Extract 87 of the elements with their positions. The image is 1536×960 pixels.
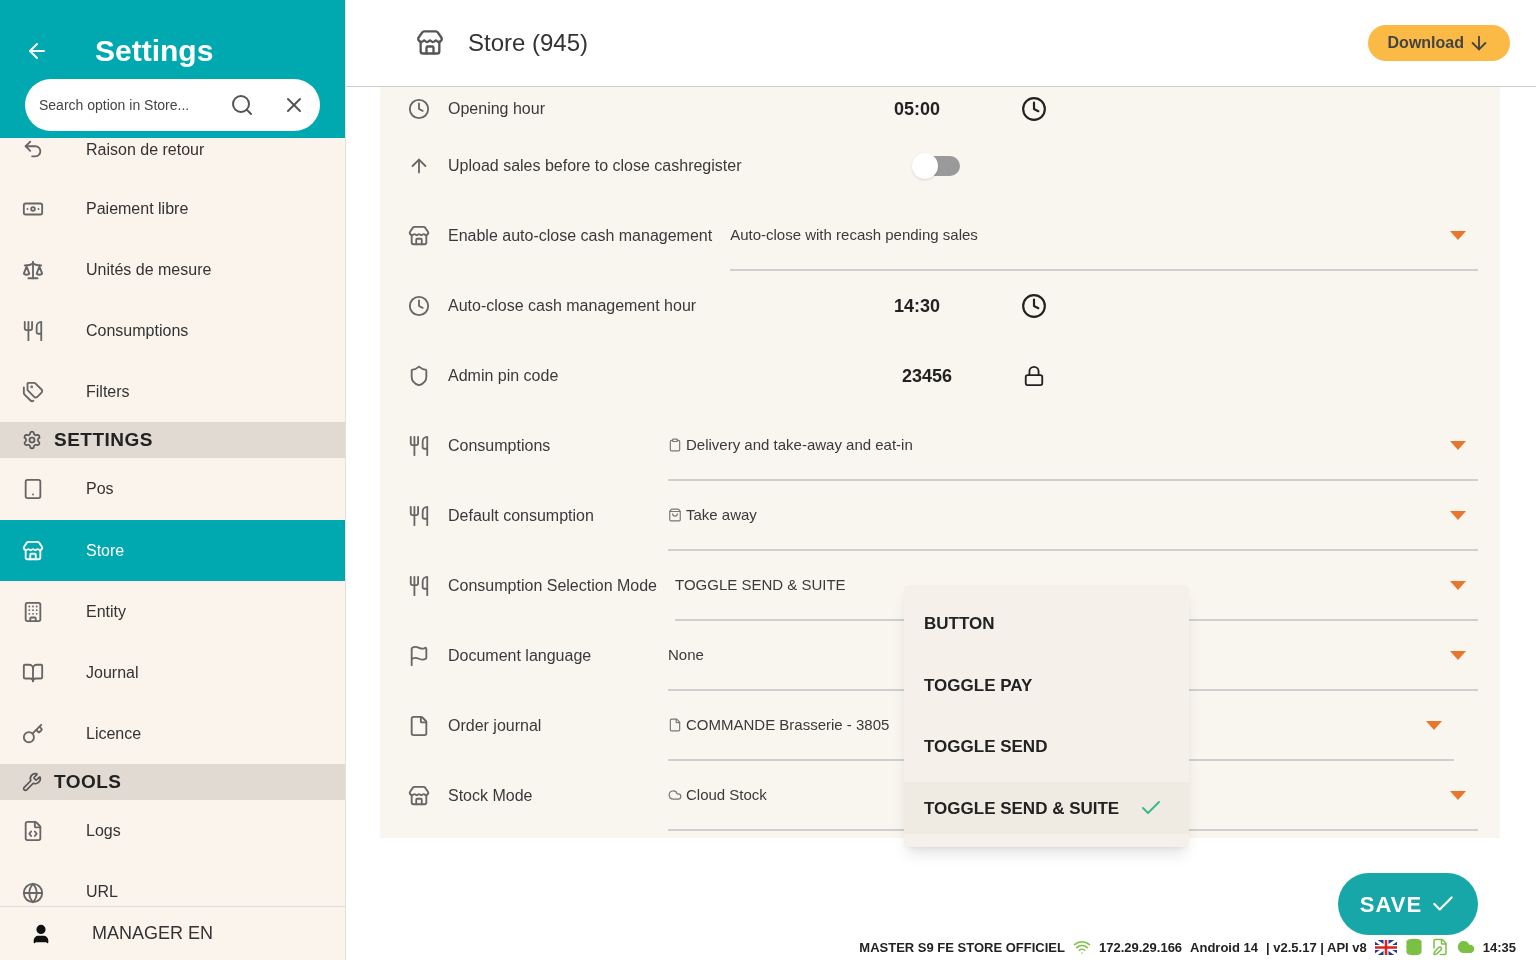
sidebar-item[interactable]: Journal [0, 642, 345, 703]
caret-icon [1450, 790, 1466, 800]
utensils-icon [408, 435, 430, 457]
sidebar-title: Settings [95, 33, 214, 69]
shield-icon [408, 365, 430, 387]
caret-icon [1426, 720, 1442, 730]
setting-label: Document language [448, 647, 592, 664]
setting-label: Enable auto-close cash management [448, 227, 713, 244]
section-header: TOOLS [0, 764, 345, 800]
lock-icon [1023, 365, 1045, 387]
key-icon [22, 722, 44, 745]
setting-label: Auto-close cash management hour [448, 297, 697, 314]
building-icon [22, 600, 44, 623]
database-icon [1404, 938, 1423, 957]
dropdown-option[interactable]: TOGGLE SEND [904, 720, 1189, 773]
flag-icon [1374, 939, 1397, 955]
file-icon [668, 718, 682, 732]
sidebar-item[interactable]: Consumptions [0, 300, 345, 361]
wifi-icon [1072, 938, 1091, 957]
scale-icon [22, 258, 44, 281]
setting-label: Stock Mode [448, 787, 533, 804]
sidebar-item[interactable]: Unités de mesure [0, 239, 345, 300]
tags-icon [22, 380, 44, 403]
user-name: MANAGER EN [92, 922, 214, 945]
page-title: Store (945) [468, 28, 589, 58]
clock-icon [1021, 293, 1047, 319]
pin-value: 23456 [902, 364, 954, 388]
utensils-icon [408, 505, 430, 527]
return-icon [22, 138, 44, 160]
file-edit-icon [1430, 938, 1449, 957]
device-name: MASTER S9 FE STORE OFFICIEL [859, 938, 1065, 957]
sidebar-item[interactable]: Raison de retour [0, 138, 345, 178]
book-icon [22, 661, 44, 684]
store-icon [22, 539, 44, 562]
file-code-icon [22, 819, 44, 842]
setting-label: Opening hour [448, 100, 545, 117]
sidebar-item[interactable]: Paiement libre [0, 178, 345, 239]
utensils-icon [408, 575, 430, 597]
setting-label: Default consumption [448, 507, 594, 524]
search-icon[interactable] [230, 93, 254, 117]
caret-icon [1450, 230, 1466, 240]
setting-label: Consumptions [448, 437, 551, 454]
download-button[interactable]: Download [1367, 25, 1510, 61]
caret-icon [1450, 580, 1466, 590]
search-field[interactable]: Search option in Store... [25, 79, 320, 131]
store-icon [416, 29, 444, 57]
search-input[interactable]: Search option in Store... [39, 94, 219, 116]
os-version: Android 14 [1190, 938, 1258, 957]
store-icon [408, 225, 430, 247]
file-icon [408, 715, 430, 737]
clipboard-icon [668, 438, 682, 452]
clock-icon [1021, 96, 1047, 122]
sidebar-item[interactable]: Filters [0, 361, 345, 422]
flag-icon [408, 645, 430, 667]
caret-icon [1450, 440, 1466, 450]
select-field[interactable]: Delivery and take-away and eat-in [668, 411, 1478, 481]
setting-label: Consumption Selection Mode [448, 577, 657, 594]
tablet-icon [22, 478, 44, 500]
globe-icon [22, 882, 44, 904]
sidebar-item[interactable]: URL [0, 861, 345, 906]
dropdown-option[interactable]: TOGGLE SEND & SUITE [904, 782, 1189, 835]
setting-label: Order journal [448, 717, 542, 734]
clock-icon [408, 295, 430, 317]
ip-address: 172.29.29.166 [1098, 938, 1183, 957]
cloud-icon [668, 788, 682, 802]
store-icon [408, 785, 430, 807]
caret-icon [1450, 510, 1466, 520]
sidebar-item[interactable]: Entity [0, 581, 345, 642]
sidebar-item[interactable]: Logs [0, 800, 345, 861]
setting-label: Upload sales before to close cashregister [448, 157, 742, 174]
app-version: | v2.5.17 | API v8 [1266, 938, 1367, 957]
sidebar-item[interactable]: Pos [0, 458, 345, 520]
bag-icon [668, 508, 682, 522]
utensils-icon [22, 319, 44, 342]
settings-icon [22, 430, 42, 450]
select-field[interactable]: Auto-close with recash pending sales [730, 201, 1478, 271]
time-value: 05:00 [894, 97, 942, 121]
setting-label: Admin pin code [448, 367, 559, 384]
select-field[interactable]: Take away [668, 481, 1478, 551]
wrench-icon [22, 772, 42, 792]
dropdown-option[interactable]: TOGGLE PAY [904, 659, 1189, 712]
clock-time: 14:35 [1482, 938, 1516, 957]
clock-icon [408, 98, 430, 120]
section-header: SETTINGS [0, 422, 345, 458]
time-value: 14:30 [894, 294, 942, 318]
sidebar-item[interactable]: Licence [0, 703, 345, 764]
caret-icon [1450, 650, 1466, 660]
